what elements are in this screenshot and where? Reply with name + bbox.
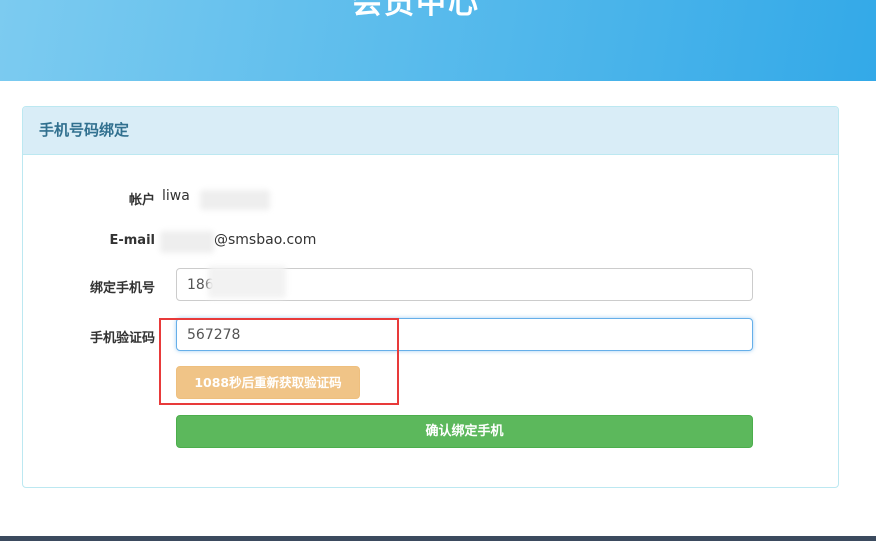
phone-label: 绑定手机号	[89, 281, 155, 296]
account-value: liwa	[162, 188, 190, 204]
confirm-bind-button[interactable]: 确认绑定手机	[176, 415, 753, 448]
email-label: E-mail	[109, 233, 155, 248]
page-title: 会员中心	[352, 0, 480, 21]
code-label: 手机验证码	[89, 331, 155, 346]
panel-heading: 手机号码绑定	[23, 107, 838, 155]
phone-redaction	[208, 266, 286, 298]
email-value: @smsbao.com	[214, 232, 317, 248]
highlight-annotation	[159, 318, 399, 405]
account-redaction	[200, 190, 270, 210]
email-redaction	[160, 231, 214, 253]
footer-bar	[0, 536, 876, 541]
account-label: 帐户	[128, 193, 155, 208]
header-banner: 会员中心	[0, 0, 876, 81]
